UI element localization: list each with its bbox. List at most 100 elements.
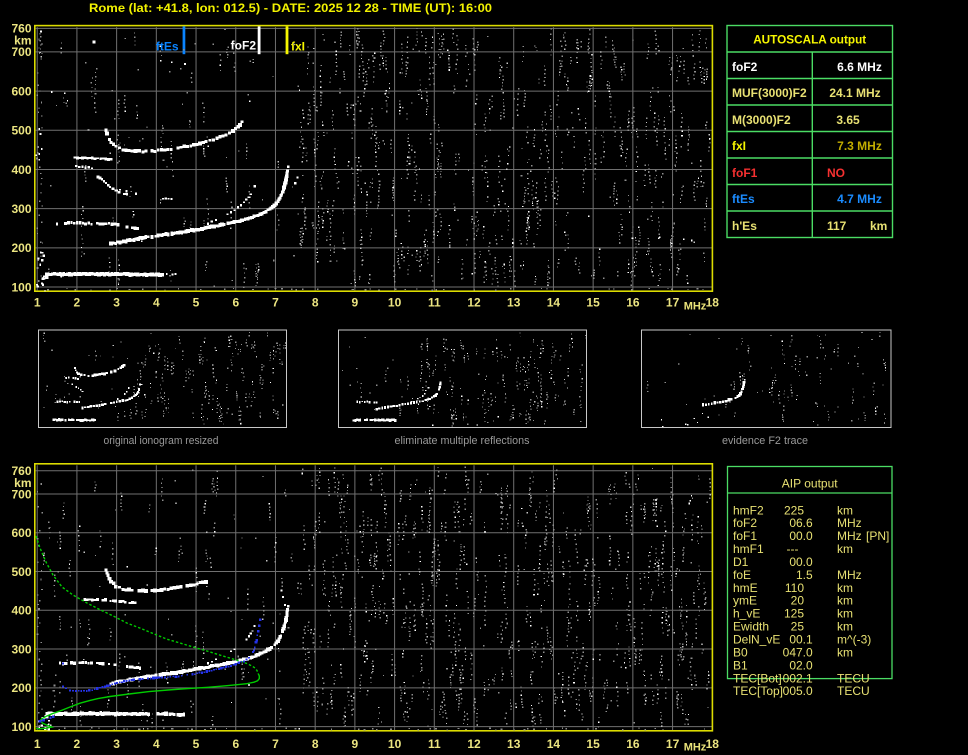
svg-text:600: 600 — [11, 526, 31, 540]
svg-text:3.65: 3.65 — [836, 113, 860, 127]
svg-text:TEC[Bot]: TEC[Bot] — [733, 671, 782, 685]
svg-text:20: 20 — [791, 594, 805, 608]
svg-text:foF1: foF1 — [733, 529, 757, 543]
svg-text:D1: D1 — [733, 555, 749, 569]
svg-text:[PN]: [PN] — [866, 529, 889, 543]
svg-text:6: 6 — [232, 296, 239, 310]
svg-text:ftEs: ftEs — [156, 40, 179, 54]
svg-text:5: 5 — [193, 737, 200, 751]
svg-text:MHz: MHz — [837, 568, 862, 582]
svg-text:foF2: foF2 — [732, 60, 758, 74]
svg-text:16: 16 — [626, 296, 640, 310]
svg-text:TEC[Top]: TEC[Top] — [733, 684, 783, 698]
svg-text:600: 600 — [11, 84, 31, 98]
svg-text:km: km — [870, 219, 887, 233]
svg-text:DelN_vE: DelN_vE — [733, 633, 780, 647]
svg-text:3: 3 — [113, 296, 120, 310]
svg-text:7.3 MHz: 7.3 MHz — [837, 139, 882, 153]
svg-text:9: 9 — [352, 296, 359, 310]
svg-text:TECU: TECU — [837, 671, 870, 685]
svg-text:eliminate multiple reflections: eliminate multiple reflections — [395, 435, 530, 447]
svg-text:25: 25 — [791, 620, 805, 634]
svg-text:1: 1 — [34, 737, 41, 751]
svg-text:ftEs: ftEs — [732, 192, 755, 206]
svg-text:300: 300 — [11, 642, 31, 656]
svg-text:foF2: foF2 — [231, 39, 257, 53]
svg-text:9: 9 — [352, 737, 359, 751]
svg-text:6: 6 — [232, 737, 239, 751]
svg-text:8: 8 — [312, 296, 319, 310]
svg-text:original ionogram resized: original ionogram resized — [104, 435, 219, 447]
svg-text:11: 11 — [428, 737, 441, 751]
svg-text:225: 225 — [784, 503, 804, 517]
svg-text:foF1: foF1 — [732, 166, 758, 180]
svg-text:12: 12 — [467, 737, 481, 751]
svg-text:3: 3 — [113, 737, 120, 751]
svg-text:4: 4 — [153, 737, 160, 751]
svg-text:2: 2 — [74, 296, 81, 310]
svg-text:km: km — [14, 34, 31, 48]
svg-text:km: km — [837, 620, 853, 634]
svg-text:5: 5 — [193, 296, 200, 310]
svg-text:13: 13 — [507, 737, 521, 751]
svg-text:00.0: 00.0 — [789, 529, 813, 543]
svg-text:NO: NO — [827, 166, 845, 180]
svg-text:17: 17 — [666, 737, 680, 751]
svg-text:16: 16 — [626, 737, 640, 751]
svg-text:km: km — [837, 503, 853, 517]
svg-text:24.1 MHz: 24.1 MHz — [829, 86, 880, 100]
svg-text:400: 400 — [11, 604, 31, 618]
svg-text:125: 125 — [784, 607, 804, 621]
svg-text:4: 4 — [153, 296, 160, 310]
svg-text:foF2: foF2 — [733, 516, 757, 530]
svg-text:Ewidth: Ewidth — [733, 620, 769, 634]
svg-text:500: 500 — [11, 565, 31, 579]
svg-text:km: km — [837, 542, 853, 556]
svg-text:1: 1 — [34, 296, 41, 310]
svg-text:Rome (lat: +41.8, lon: 012.5): Rome (lat: +41.8, lon: 012.5) - DATE: 20… — [89, 1, 492, 15]
svg-text:18: 18 — [706, 296, 720, 310]
svg-text:MHz: MHz — [684, 742, 707, 754]
svg-text:fxI: fxI — [732, 139, 746, 153]
svg-text:MHz: MHz — [837, 529, 862, 543]
svg-text:7: 7 — [272, 296, 279, 310]
svg-text:100: 100 — [11, 280, 31, 294]
svg-text:047.0: 047.0 — [783, 645, 813, 659]
svg-text:---: --- — [787, 542, 799, 556]
svg-text:300: 300 — [11, 202, 31, 216]
svg-text:8: 8 — [312, 737, 319, 751]
svg-text:h'Es: h'Es — [732, 219, 757, 233]
svg-text:002.1: 002.1 — [783, 671, 813, 685]
svg-text:fxI: fxI — [291, 40, 305, 54]
svg-text:ymE: ymE — [733, 594, 757, 608]
svg-text:10: 10 — [388, 296, 402, 310]
svg-text:02.0: 02.0 — [789, 658, 813, 672]
svg-text:B1: B1 — [733, 658, 748, 672]
svg-text:11: 11 — [428, 296, 441, 310]
svg-text:km: km — [837, 607, 853, 621]
svg-text:12: 12 — [467, 296, 481, 310]
svg-text:hmF2: hmF2 — [733, 503, 764, 517]
svg-text:foE: foE — [733, 568, 751, 582]
svg-text:h_vE: h_vE — [733, 607, 760, 621]
svg-text:MUF(3000)F2: MUF(3000)F2 — [732, 86, 807, 100]
svg-text:005.0: 005.0 — [783, 684, 813, 698]
svg-text:200: 200 — [11, 241, 31, 255]
svg-text:km: km — [837, 594, 853, 608]
svg-text:1.5: 1.5 — [796, 568, 813, 582]
svg-text:15: 15 — [586, 737, 600, 751]
svg-text:10: 10 — [388, 737, 402, 751]
svg-text:500: 500 — [11, 124, 31, 138]
svg-text:100: 100 — [11, 720, 31, 734]
svg-text:4.7 MHz: 4.7 MHz — [837, 192, 882, 206]
svg-text:hmF1: hmF1 — [733, 542, 764, 556]
svg-text:m^(-3): m^(-3) — [837, 633, 871, 647]
svg-text:AUTOSCALA output: AUTOSCALA output — [753, 33, 866, 47]
svg-text:MHz: MHz — [684, 300, 707, 312]
svg-text:TECU: TECU — [837, 684, 870, 698]
svg-text:MHz: MHz — [837, 516, 862, 530]
svg-text:evidence F2 trace: evidence F2 trace — [722, 435, 808, 447]
svg-text:00.1: 00.1 — [789, 633, 813, 647]
svg-text:17: 17 — [666, 296, 680, 310]
svg-text:14: 14 — [547, 296, 561, 310]
